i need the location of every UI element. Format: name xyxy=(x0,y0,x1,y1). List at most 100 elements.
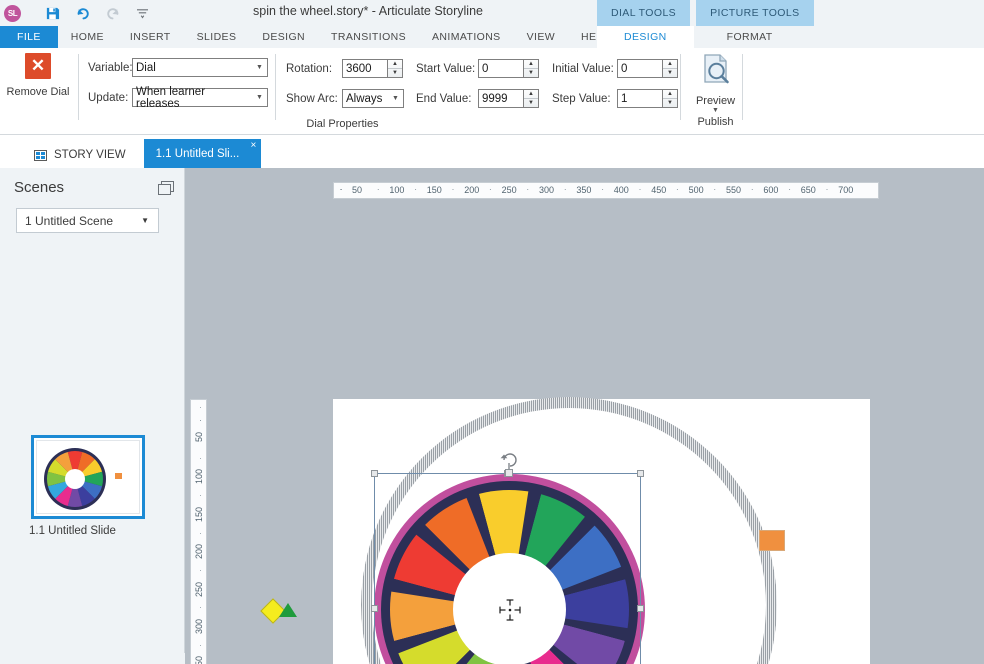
resize-handle-w[interactable] xyxy=(371,605,378,612)
tab-slides[interactable]: SLIDES xyxy=(184,26,250,48)
start-value-stepper[interactable]: ▲ ▼ xyxy=(524,59,539,78)
tab-story-view[interactable]: STORY VIEW xyxy=(22,142,138,168)
preview-button[interactable]: Preview ▼ Publish xyxy=(688,52,743,128)
rotate-handle-icon[interactable] xyxy=(498,449,522,477)
story-view-label: STORY VIEW xyxy=(54,149,126,161)
resize-handle-e[interactable] xyxy=(637,605,644,612)
slide-thumbnail[interactable] xyxy=(31,435,145,519)
tab-view[interactable]: VIEW xyxy=(514,26,568,48)
remove-dial-button[interactable]: ✕ Remove Dial xyxy=(3,53,73,98)
step-value-input[interactable]: 1 xyxy=(617,89,663,108)
v-ruler-minor-tick: · xyxy=(195,568,205,572)
undo-icon[interactable] xyxy=(73,4,92,23)
start-value-label: Start Value: xyxy=(416,62,476,75)
orange-rectangle-shape[interactable] xyxy=(759,530,785,551)
initial-value-input[interactable]: 0 xyxy=(617,59,663,78)
scene-select[interactable]: 1 Untitled Scene ▼ xyxy=(16,208,159,233)
v-ruler-tick: 150 xyxy=(194,506,204,522)
h-ruler-minor-tick: · xyxy=(563,184,567,194)
current-slide-label: 1.1 Untitled Sli... xyxy=(155,147,240,160)
update-combobox[interactable]: When learner releases ▼ xyxy=(132,85,268,110)
start-value-field-row: Start Value: 0 ▲ ▼ xyxy=(416,59,539,78)
remove-dial-label: Remove Dial xyxy=(6,86,70,98)
rotation-field-row: Rotation: 3600 ▲ ▼ xyxy=(286,59,403,78)
horizontal-ruler[interactable]: 50 · 100 · 150 · 200 · 250 · 300 · 350 · 400 · 450 · 500 · 5… xyxy=(333,182,879,199)
x-icon: ✕ xyxy=(25,53,51,79)
rotation-input[interactable]: 3600 xyxy=(342,59,388,78)
h-ruler-tick: 200 xyxy=(464,185,480,195)
h-ruler-tick: 150 xyxy=(426,185,442,195)
publish-label[interactable]: Publish xyxy=(697,116,733,128)
chevron-down-icon[interactable]: ▼ xyxy=(712,107,719,115)
variable-field-row: Variable: Dial ▼ xyxy=(88,58,268,77)
ribbon-divider-2 xyxy=(275,54,276,120)
h-ruler-tick: 550 xyxy=(726,185,742,195)
title-bar: SL spin the wheel.story* - Articulate St… xyxy=(0,0,984,26)
chevron-down-icon: ▼ xyxy=(392,95,399,102)
v-ruler-minor-tick: · xyxy=(195,456,205,460)
color-wheel-image[interactable] xyxy=(374,474,645,664)
start-value-input[interactable]: 0 xyxy=(478,59,524,78)
save-icon[interactable] xyxy=(43,4,62,23)
v-ruler-minor-tick: · xyxy=(195,643,205,647)
thumbnail-wheel-icon xyxy=(44,448,122,510)
h-ruler-tick: 100 xyxy=(389,185,405,195)
h-ruler-tick: 500 xyxy=(688,185,704,195)
customize-qat-icon[interactable] xyxy=(133,4,152,23)
h-ruler-minor-tick: · xyxy=(638,184,642,194)
tab-animations[interactable]: ANIMATIONS xyxy=(419,26,514,48)
show-arc-value: Always xyxy=(346,92,383,105)
redo-icon[interactable] xyxy=(103,4,122,23)
contextual-tabs: DESIGN FORMAT xyxy=(597,26,800,48)
close-icon[interactable]: × xyxy=(250,140,256,151)
resize-handle-ne[interactable] xyxy=(637,470,644,477)
ribbon-divider-1 xyxy=(78,54,79,120)
tab-file[interactable]: FILE xyxy=(0,26,58,48)
h-ruler-minor-tick: · xyxy=(788,184,792,194)
vertical-ruler[interactable]: 50·100·150·200·250·300·350·400·450·500··… xyxy=(190,399,207,664)
end-value-input[interactable]: 9999 xyxy=(478,89,524,108)
tab-home[interactable]: HOME xyxy=(58,26,117,48)
slide-thumbnail-label: 1.1 Untitled Slide xyxy=(29,525,116,537)
rotation-stepper[interactable]: ▲ ▼ xyxy=(388,59,403,78)
dial-handle-marker[interactable] xyxy=(279,603,297,617)
update-value: When learner releases xyxy=(136,85,206,110)
center-crosshair-icon xyxy=(498,598,521,621)
variable-combobox[interactable]: Dial ▼ xyxy=(132,58,268,77)
preview-label: Preview xyxy=(695,95,736,107)
v-ruler-tick: 50 xyxy=(194,432,204,443)
scenes-title: Scenes xyxy=(14,179,65,196)
quick-access-toolbar xyxy=(43,4,152,23)
restore-panel-icon[interactable] xyxy=(158,181,174,195)
ribbon-panel: ✕ Remove Dial Variable: Dial ▼ Update: W… xyxy=(0,48,984,135)
tab-dial-design[interactable]: DESIGN xyxy=(597,26,694,48)
variable-value: Dial xyxy=(136,61,156,74)
h-ruler-minor-tick: · xyxy=(376,184,380,194)
h-ruler-minor-tick: · xyxy=(675,184,679,194)
initial-value-stepper[interactable]: ▲ ▼ xyxy=(663,59,678,78)
scenes-panel: Scenes 1 Untitled Scene ▼ 1.1 Untitled S… xyxy=(0,168,185,664)
step-value-stepper[interactable]: ▲ ▼ xyxy=(663,89,678,108)
tab-current-slide[interactable]: 1.1 Untitled Sli... × xyxy=(143,139,262,168)
h-ruler-tick: 700 xyxy=(838,185,854,195)
tab-picture-format[interactable]: FORMAT xyxy=(699,26,800,48)
preview-magnifier-icon xyxy=(698,52,734,93)
h-ruler-tick: 600 xyxy=(763,185,779,195)
window-title: spin the wheel.story* - Articulate Story… xyxy=(253,4,483,18)
main-workspace: Scenes 1 Untitled Scene ▼ 1.1 Untitled S… xyxy=(0,168,984,664)
v-ruler-minor-tick: · xyxy=(195,494,205,498)
update-label: Update: xyxy=(88,91,129,104)
chevron-down-icon: ▼ xyxy=(141,216,149,225)
chevron-down-icon: ▼ xyxy=(256,64,263,71)
end-value-field-row: End Value: 9999 ▲ ▼ xyxy=(416,89,539,108)
show-arc-combobox[interactable]: Always ▼ xyxy=(342,89,404,108)
tab-design[interactable]: DESIGN xyxy=(249,26,318,48)
contextual-tool-group-headers: DIAL TOOLS PICTURE TOOLS xyxy=(597,0,814,26)
resize-handle-nw[interactable] xyxy=(371,470,378,477)
v-ruler-minor-tick: · xyxy=(195,531,205,535)
tab-insert[interactable]: INSERT xyxy=(117,26,184,48)
h-ruler-tick: 300 xyxy=(539,185,555,195)
end-value-stepper[interactable]: ▲ ▼ xyxy=(524,89,539,108)
tab-transitions[interactable]: TRANSITIONS xyxy=(318,26,419,48)
h-ruler-tick: 50 xyxy=(352,185,363,195)
